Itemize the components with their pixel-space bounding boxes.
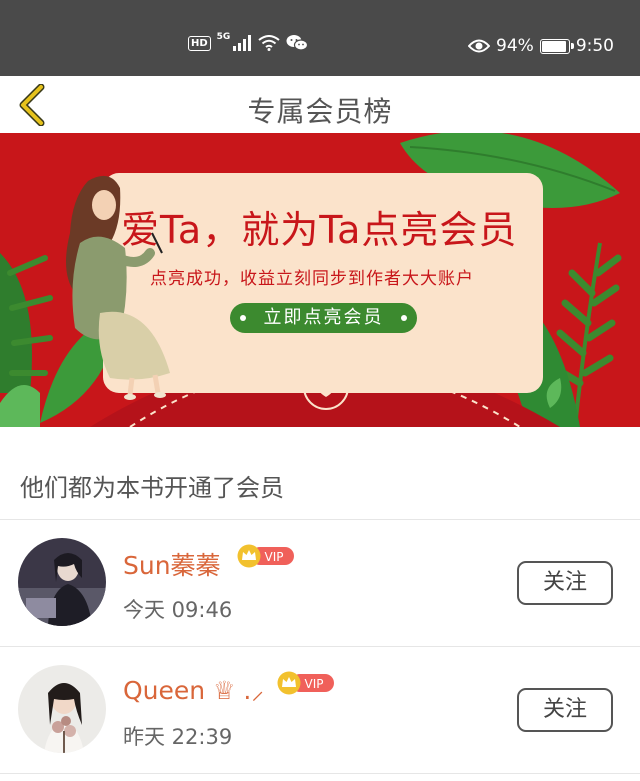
banner-headline: 爱Ta，就为Ta点亮会员 <box>121 208 518 252</box>
banner-subtitle: 点亮成功，收益立刻同步到作者大大账户 <box>150 269 474 289</box>
follow-button[interactable]: 关注 <box>517 561 613 605</box>
vip-badge-label: VIP <box>265 550 284 564</box>
avatar-photo <box>18 538 106 626</box>
battery-icon <box>539 38 574 54</box>
member-time: 今天 09:46 <box>123 598 233 622</box>
follow-button[interactable]: 关注 <box>517 688 613 732</box>
divider <box>0 773 640 774</box>
promo-banner[interactable]: 爱Ta，就为Ta点亮会员 点亮成功，收益立刻同步到作者大大账户 立即点亮会员 <box>0 133 640 427</box>
network-type: 5G <box>216 32 231 42</box>
battery-level-fill <box>541 40 567 52</box>
avatar-photo <box>18 665 106 753</box>
clock: 9:50 <box>575 36 614 56</box>
battery-percent: 94% <box>496 36 534 56</box>
vip-badge-label: VIP <box>305 677 324 691</box>
member-row[interactable]: Queen ♕ .⸝ VIP 昨天 22:39 关注 <box>0 647 640 774</box>
member-name[interactable]: Queen ♕ .⸝ <box>123 673 264 707</box>
wechat-icon <box>286 35 309 51</box>
member-row[interactable]: Sun蓁蓁 VIP 今天 09:46 关注 <box>0 520 640 647</box>
avatar[interactable] <box>18 665 106 753</box>
member-time: 昨天 22:39 <box>123 725 233 749</box>
section-title: 他们都为本书开通了会员 <box>20 474 284 502</box>
signal-icon <box>233 35 252 51</box>
member-name[interactable]: Sun蓁蓁 <box>123 546 221 582</box>
page-title: 专属会员榜 <box>247 95 393 128</box>
status-right: 94% 9:50 <box>468 36 614 56</box>
status-bar: HD 5G 94% 9:50 <box>0 0 640 76</box>
vip-badge: VIP <box>277 671 334 695</box>
wifi-icon <box>258 35 280 51</box>
status-left: HD 5G <box>188 32 309 52</box>
hd-icon: HD <box>188 35 211 51</box>
light-up-vip-button[interactable]: 立即点亮会员 <box>230 303 417 333</box>
avatar[interactable] <box>18 538 106 626</box>
eye-icon <box>468 39 491 53</box>
vip-badge: VIP <box>237 544 294 568</box>
page-header: 专属会员榜 <box>0 76 640 133</box>
